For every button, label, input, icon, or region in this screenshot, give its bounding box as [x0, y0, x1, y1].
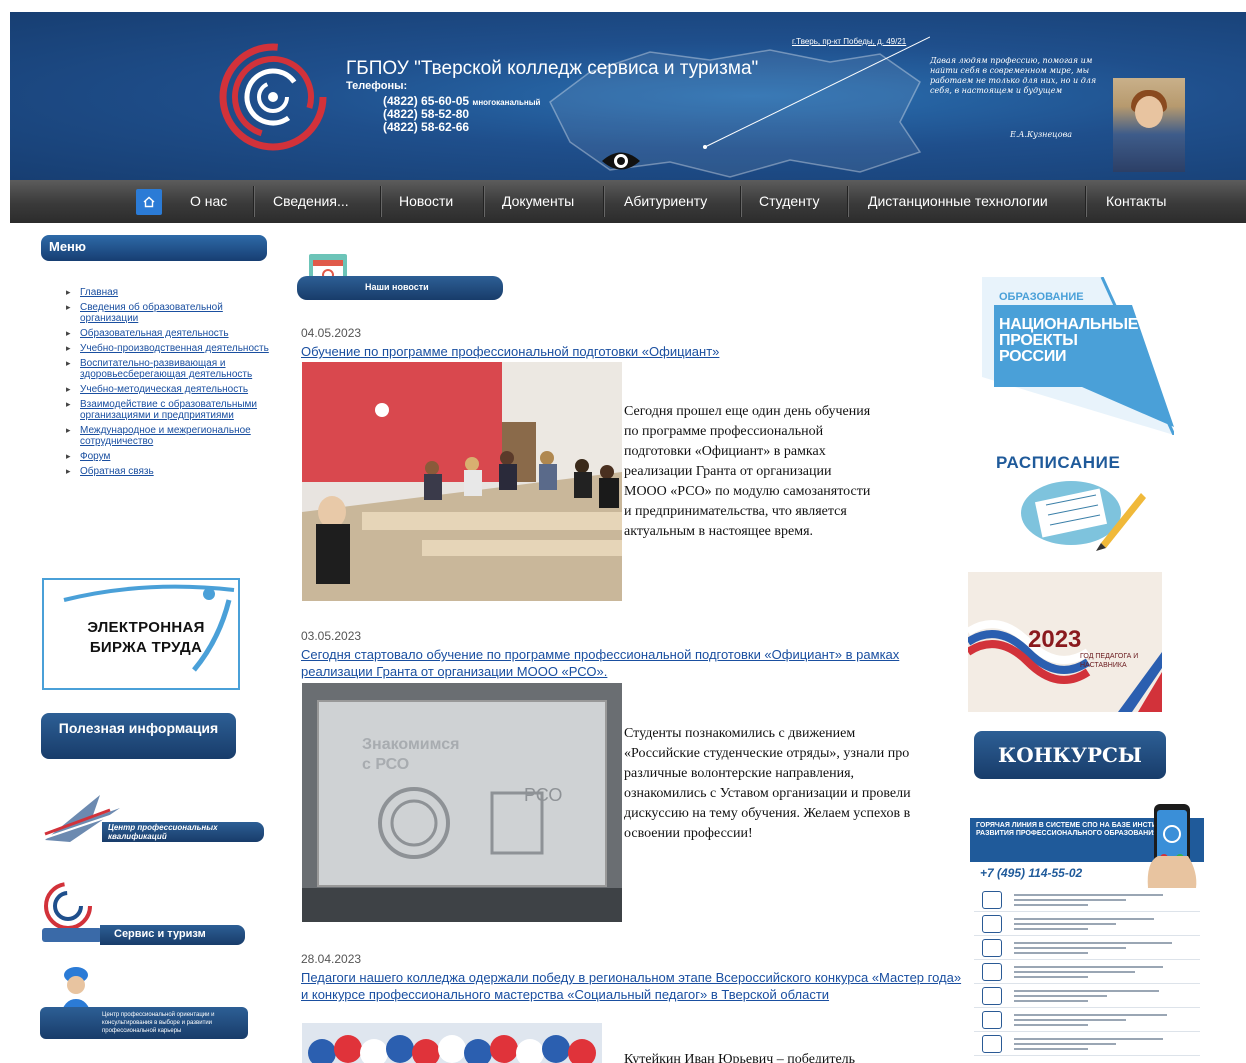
menu-item[interactable]: Образовательная деятельность: [66, 328, 278, 339]
hotline-row: [974, 984, 1200, 1008]
main-nav: О нас Сведения... Новости Документы Абит…: [10, 180, 1246, 223]
nav-contacts[interactable]: Контакты: [1106, 180, 1166, 223]
hotline-phone: +7 (495) 114-55-02: [980, 866, 1083, 880]
hotline-row: [974, 960, 1200, 984]
topic-icon: [982, 938, 1002, 957]
news-section-title: Наши новости: [297, 276, 503, 300]
contests-banner[interactable]: КОНКУРСЫ: [974, 731, 1166, 779]
college-logo-small: [42, 882, 102, 942]
national-projects-small-label: ОБРАЗОВАНИЕ: [999, 291, 1084, 303]
hotline-row: [974, 912, 1200, 936]
topic-icon: [982, 1010, 1002, 1029]
year-label: ГОД ПЕДАГОГА И НАСТАВНИКА: [1080, 653, 1139, 669]
news-text: Кутейкин Иван Юрьевич – победитель: [624, 1052, 856, 1063]
phone-3: (4822) 58-62-66: [383, 120, 470, 134]
nav-divider: [847, 186, 848, 217]
teacher-year-banner[interactable]: 2023 ГОД ПЕДАГОГА И НАСТАВНИКА: [968, 572, 1162, 712]
news-photo-classroom[interactable]: [302, 362, 622, 601]
nav-divider: [740, 186, 741, 217]
nav-documents[interactable]: Документы: [502, 180, 574, 223]
nav-students[interactable]: Студенту: [759, 180, 819, 223]
address-link[interactable]: г.Тверь, пр-кт Победы, д. 49/21: [792, 37, 906, 46]
career-center-banner[interactable]: Центр профессиональной ориентации и конс…: [40, 965, 248, 1041]
schedule-banner[interactable]: РАСПИСАНИЕ: [996, 451, 1146, 551]
news-date: 28.04.2023: [301, 952, 362, 966]
career-center-label: Центр профессиональной ориентации и конс…: [40, 1007, 248, 1039]
college-logo: [219, 43, 327, 151]
slide-text-1: Знакомимся: [362, 736, 459, 753]
menu-item[interactable]: Учебно-методическая деятельность: [66, 384, 278, 395]
labor-exchange-banner[interactable]: ЭЛЕКТРОННАЯ БИРЖА ТРУДА: [42, 578, 240, 690]
menu-item[interactable]: Взаимодействие с образовательными органи…: [66, 399, 278, 421]
hotline-banner[interactable]: ГОРЯЧАЯ ЛИНИЯ В СИСТЕМЕ СПО НА БАЗЕ ИНСТ…: [970, 802, 1204, 1060]
news-date: 03.05.2023: [301, 629, 362, 643]
side-menu: Главная Сведения об образовательной орга…: [66, 287, 278, 481]
national-projects-title: НАЦИОНАЛЬНЫЕ ПРОЕКТЫ РОССИИ: [999, 316, 1139, 365]
college-name: ГБПОУ "Тверской колледж сервиса и туризм…: [346, 58, 759, 79]
nav-applicants[interactable]: Абитуриенту: [624, 180, 707, 223]
menu-item[interactable]: Учебно-производственная деятельность: [66, 343, 278, 354]
national-projects-banner[interactable]: ОБРАЗОВАНИЕ НАЦИОНАЛЬНЫЕ ПРОЕКТЫ РОССИИ: [982, 277, 1174, 435]
qualifications-center-label: Центр профессиональных квалификаций: [102, 822, 264, 842]
slide-text-2: с РСО: [362, 756, 409, 773]
hotline-row: [974, 1032, 1200, 1056]
topic-icon: [982, 986, 1002, 1005]
phone-2: (4822) 58-52-80: [383, 107, 470, 121]
nav-divider: [253, 186, 254, 217]
year-number: 2023: [1028, 626, 1082, 653]
menu-item[interactable]: Главная: [66, 287, 278, 298]
news-title-link[interactable]: Педагоги нашего колледжа одержали победу…: [301, 969, 966, 1003]
news-photo-presentation[interactable]: Знакомимся с РСО РСО: [302, 683, 622, 922]
news-photo-balloons[interactable]: [302, 1023, 602, 1063]
visually-impaired-icon[interactable]: [600, 148, 642, 174]
topic-icon: [982, 1034, 1002, 1053]
menu-item[interactable]: Сведения об образовательной организации: [66, 302, 278, 324]
slide-logo: РСО: [524, 785, 562, 805]
schedule-label: РАСПИСАНИЕ: [996, 453, 1121, 472]
nav-divider: [603, 186, 604, 217]
home-icon[interactable]: [136, 189, 162, 215]
director-photo: [1113, 78, 1185, 172]
phones-label: Телефоны:: [346, 80, 408, 92]
nav-divider: [380, 186, 381, 217]
news-title-link[interactable]: Обучение по программе профессиональной п…: [301, 343, 961, 360]
news-title-link[interactable]: Сегодня стартовало обучение по программе…: [301, 646, 946, 680]
service-tourism-banner[interactable]: Сервис и туризм: [40, 878, 245, 948]
director-signature: Е.А.Кузнецова: [1010, 130, 1073, 139]
menu-item[interactable]: Воспитательно-развивающая и здоровьесбер…: [66, 358, 278, 380]
nav-divider: [1085, 186, 1086, 217]
menu-title: Меню: [41, 235, 267, 261]
menu-item[interactable]: Международное и межрегиональное сотрудни…: [66, 425, 278, 447]
nav-divider: [483, 186, 484, 217]
nav-distance[interactable]: Дистанционные технологии: [868, 180, 1048, 223]
menu-item[interactable]: Форум: [66, 451, 278, 462]
service-tourism-label: Сервис и туризм: [100, 925, 245, 945]
topic-icon: [982, 890, 1002, 909]
region-map-graphic: [549, 36, 930, 178]
director-quote: Давая людям профессию, помогая им найти …: [930, 56, 1097, 95]
site-header: ГБПОУ "Тверской колледж сервиса и туризм…: [10, 12, 1246, 180]
phone-1: (4822) 65-60-05 многоканальный: [383, 94, 541, 108]
useful-info-banner[interactable]: Полезная информация: [41, 713, 236, 759]
hotline-list: [974, 888, 1200, 1056]
news-text: Сегодня прошел еще один день обучения по…: [624, 404, 871, 539]
nav-about[interactable]: О нас: [190, 180, 227, 223]
hotline-row: [974, 1008, 1200, 1032]
qualifications-center-banner[interactable]: Центр профессиональных квалификаций: [40, 790, 265, 852]
topic-icon: [982, 914, 1002, 933]
labor-exchange-label: ЭЛЕКТРОННАЯ БИРЖА ТРУДА: [87, 619, 205, 656]
hotline-row: [974, 888, 1200, 912]
menu-item[interactable]: Обратная связь: [66, 466, 278, 477]
hotline-row: [974, 936, 1200, 960]
nav-news[interactable]: Новости: [399, 180, 453, 223]
news-date: 04.05.2023: [301, 326, 362, 340]
nav-info[interactable]: Сведения...: [273, 180, 349, 223]
topic-icon: [982, 962, 1002, 981]
calendar-pencil-icon: [1021, 481, 1146, 551]
news-text: Студенты познакомились с движением «Росс…: [624, 726, 911, 841]
phone-hand-icon: [1147, 804, 1197, 888]
news-section-header: Наши новости: [297, 252, 503, 300]
